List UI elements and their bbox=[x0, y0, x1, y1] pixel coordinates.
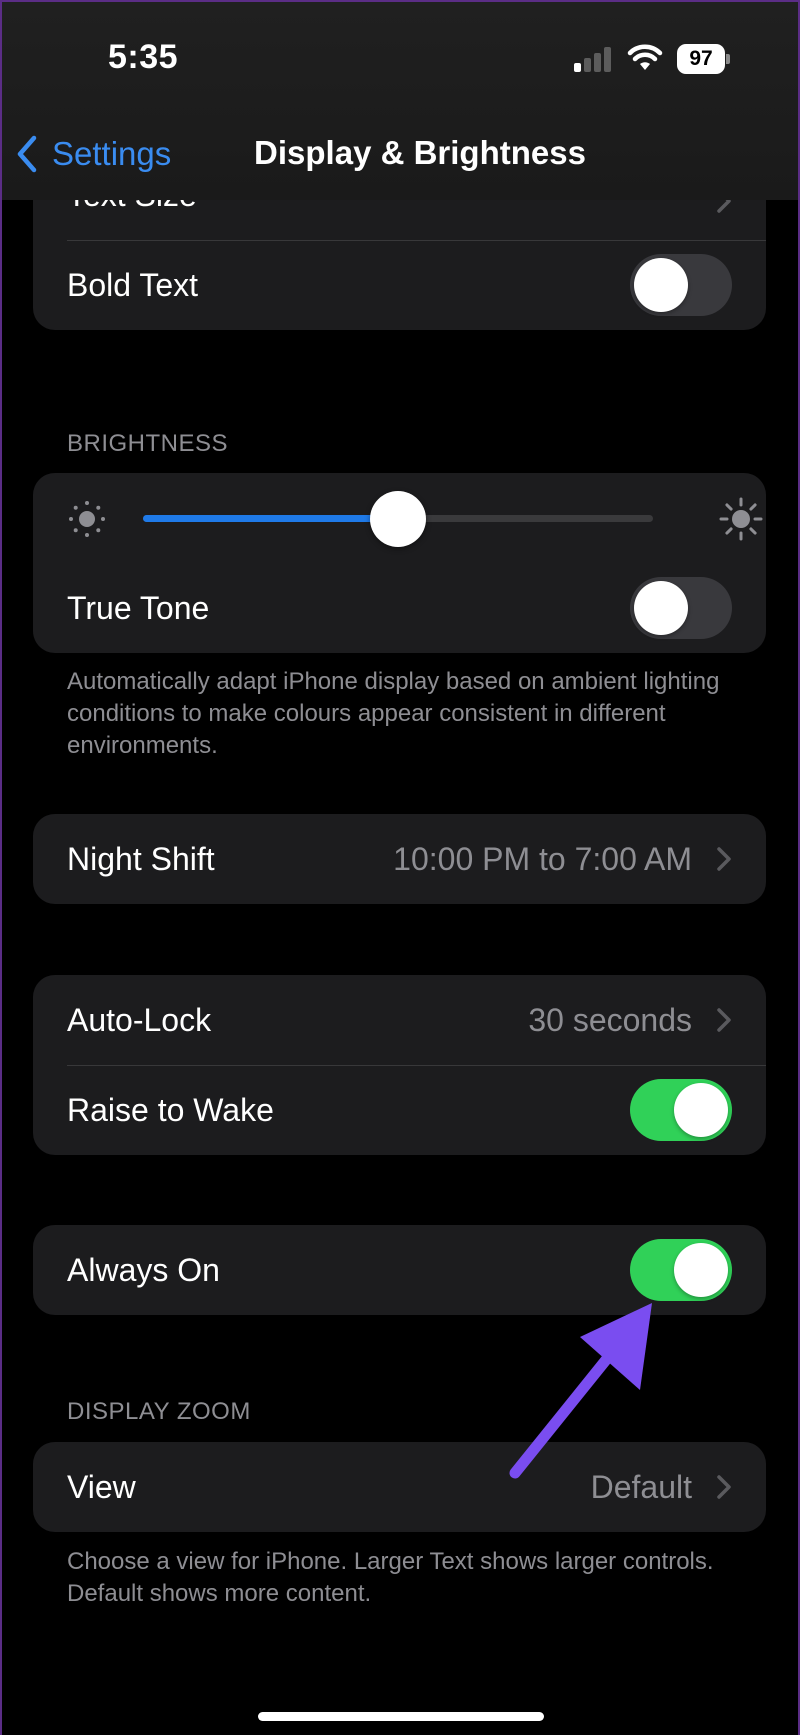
auto-lock-label: Auto-Lock bbox=[67, 1001, 212, 1038]
auto-lock-row[interactable]: Auto-Lock 30 seconds bbox=[33, 975, 766, 1065]
annotation-arrow-icon bbox=[509, 1303, 652, 1479]
wifi-icon bbox=[627, 44, 663, 70]
display-zoom-footer: Choose a view for iPhone. Larger Text sh… bbox=[67, 1548, 714, 1607]
raise-to-wake-label: Raise to Wake bbox=[67, 1091, 274, 1128]
always-on-label: Always On bbox=[67, 1251, 220, 1288]
night-shift-label: Night Shift bbox=[67, 840, 215, 877]
battery-icon: 97 bbox=[677, 44, 730, 74]
night-shift-value: 10:00 PM to 7:00 AM bbox=[393, 840, 692, 877]
brightness-group: True Tone bbox=[33, 473, 766, 653]
raise-to-wake-toggle[interactable] bbox=[630, 1079, 732, 1141]
true-tone-label: True Tone bbox=[67, 589, 210, 626]
header-bar: 5:35 97 Settings Display & Brightness bbox=[0, 0, 800, 200]
chevron-right-icon bbox=[717, 1475, 731, 1499]
sun-small-icon bbox=[69, 501, 105, 537]
page-title: Display & Brightness bbox=[254, 134, 586, 171]
lock-group: Auto-Lock 30 seconds Raise to Wake bbox=[33, 975, 766, 1155]
bold-text-label: Bold Text bbox=[67, 266, 199, 303]
bold-text-toggle[interactable] bbox=[630, 254, 732, 316]
night-shift-row[interactable]: Night Shift 10:00 PM to 7:00 AM bbox=[33, 814, 766, 904]
chevron-right-icon bbox=[717, 847, 731, 871]
bold-text-row: Bold Text bbox=[33, 240, 766, 330]
toggle-knob bbox=[634, 581, 688, 635]
brightness-slider-row bbox=[33, 473, 766, 563]
brightness-section-header: BRIGHTNESS bbox=[67, 430, 229, 457]
auto-lock-value: 30 seconds bbox=[528, 1001, 692, 1038]
sun-large-icon bbox=[719, 497, 763, 541]
chevron-right-icon bbox=[717, 1008, 731, 1032]
status-time: 5:35 bbox=[108, 38, 179, 76]
toggle-knob bbox=[674, 1243, 728, 1297]
brightness-footer: Automatically adapt iPhone display based… bbox=[67, 668, 720, 759]
brightness-slider-track[interactable] bbox=[143, 491, 653, 547]
battery-level: 97 bbox=[677, 44, 725, 74]
home-indicator[interactable] bbox=[258, 1712, 544, 1721]
toggle-knob bbox=[634, 258, 688, 312]
brightness-slider-thumb[interactable] bbox=[370, 491, 426, 547]
display-zoom-section-header: DISPLAY ZOOM bbox=[67, 1398, 251, 1425]
toggle-knob bbox=[674, 1083, 728, 1137]
night-shift-group: Night Shift 10:00 PM to 7:00 AM bbox=[33, 814, 766, 904]
raise-to-wake-row: Raise to Wake bbox=[33, 1065, 766, 1155]
cellular-signal-icon bbox=[574, 46, 614, 72]
true-tone-row: True Tone bbox=[33, 563, 766, 653]
brightness-slider-fill bbox=[143, 515, 398, 522]
always-on-toggle[interactable] bbox=[630, 1239, 732, 1301]
true-tone-toggle[interactable] bbox=[630, 577, 732, 639]
